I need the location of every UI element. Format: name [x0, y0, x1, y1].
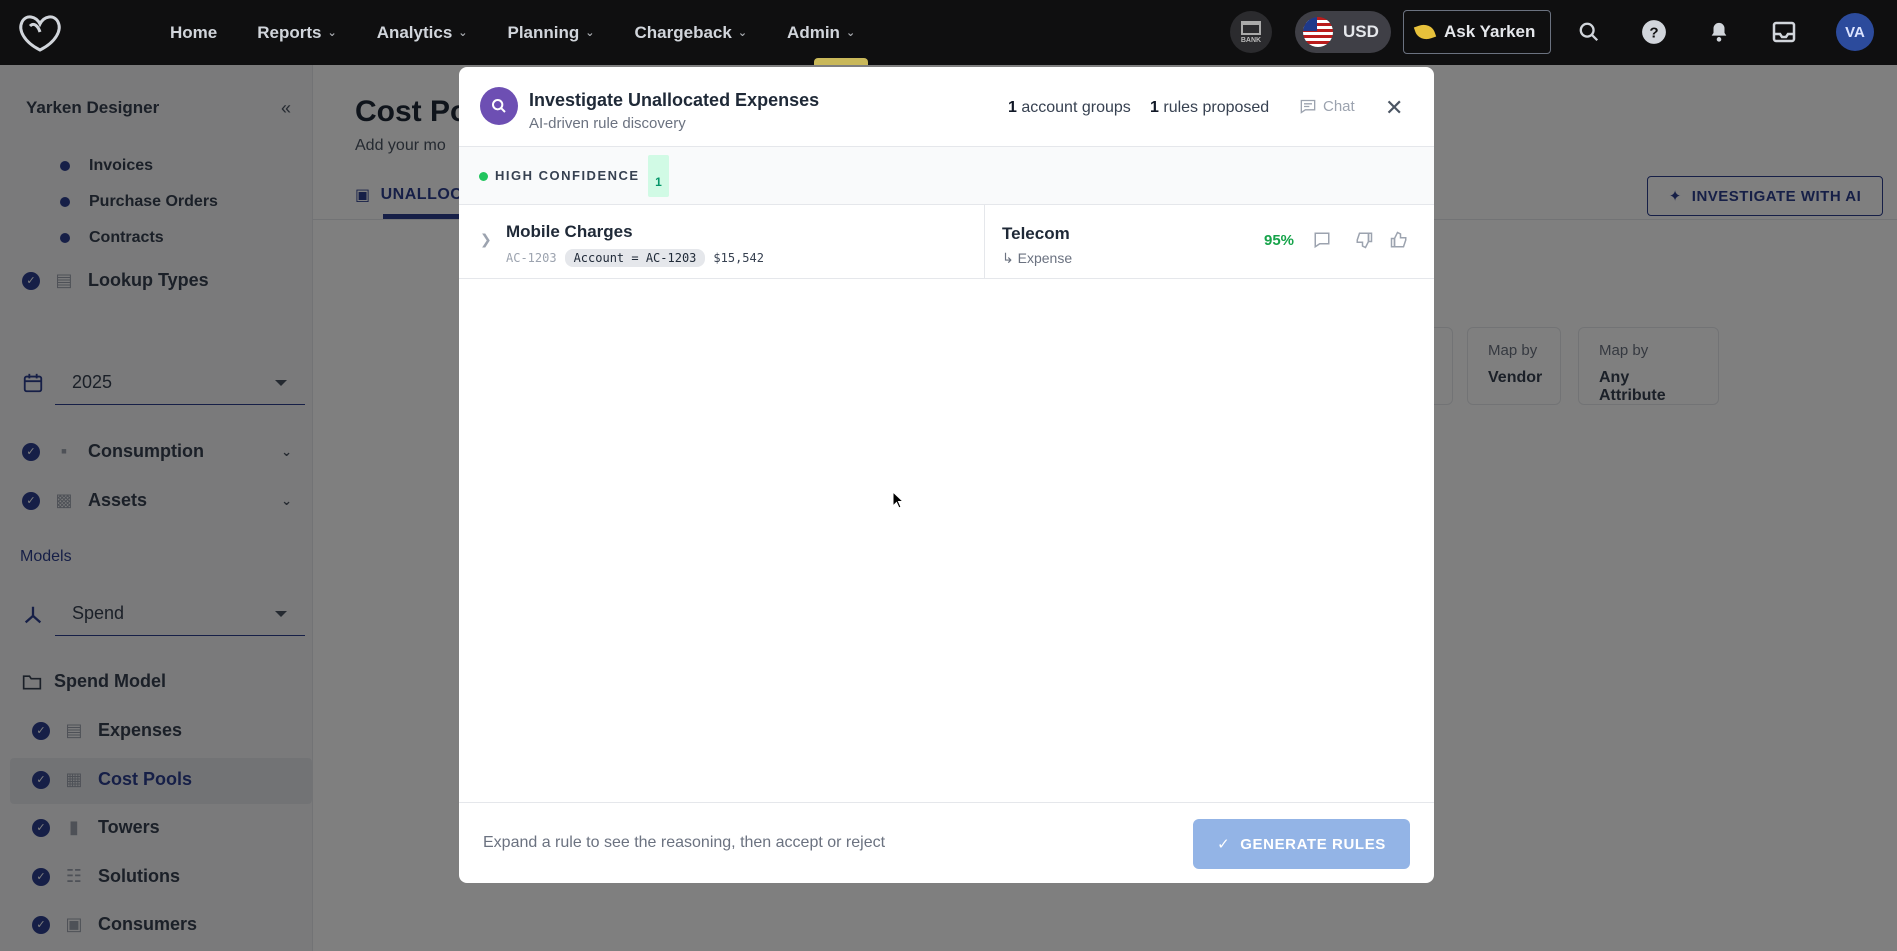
rule-confidence: 95%	[1264, 232, 1295, 249]
modal-footer: Expand a rule to see the reasoning, then…	[459, 802, 1434, 883]
rule-target: Telecom	[1002, 224, 1070, 243]
bank-button[interactable]: BANK	[1230, 11, 1272, 53]
mouse-cursor-icon	[892, 490, 905, 509]
currency-selector[interactable]: USD	[1295, 11, 1391, 53]
top-navigation-bar: Home Reports ⌄ Analytics ⌄ Planning ⌄ Charg…	[0, 0, 1897, 65]
generate-rules-button[interactable]: ✓ GENERATE RULES	[1193, 819, 1410, 869]
admin-active-indicator	[814, 58, 868, 65]
rule-account-code: AC-1203	[506, 251, 557, 265]
account-groups-count: 1	[1008, 99, 1017, 116]
help-icon[interactable]: ?	[1639, 17, 1669, 47]
rule-amount: $15,542	[713, 251, 764, 265]
search-icon	[480, 87, 518, 125]
thumbs-up-icon[interactable]	[1390, 231, 1412, 251]
chevron-down-icon: ⌄	[845, 27, 856, 39]
nav-reports-label: Reports	[257, 22, 322, 42]
chevron-right-icon[interactable]: ❯	[480, 231, 492, 248]
rule-column-divider	[984, 205, 985, 279]
confidence-group-header[interactable]: HIGH CONFIDENCE 1	[459, 147, 1434, 205]
search-icon[interactable]	[1574, 17, 1604, 47]
modal-header: Investigate Unallocated Expenses AI-driv…	[459, 67, 1434, 147]
chat-icon	[1300, 99, 1316, 114]
rules-proposed-stat: 1 rules proposed	[1150, 99, 1269, 117]
nav-analytics-label: Analytics	[376, 22, 453, 42]
app-logo-icon[interactable]	[16, 12, 64, 52]
nav-home[interactable]: Home	[170, 23, 217, 43]
account-groups-stat: 1 account groups	[1008, 99, 1131, 117]
nav-analytics[interactable]: Analytics ⌄	[377, 23, 468, 43]
main-nav: Home Reports ⌄ Analytics ⌄ Planning ⌄ Charg…	[170, 0, 895, 65]
account-groups-label: account groups	[1021, 99, 1131, 116]
rule-name: Mobile Charges	[506, 222, 633, 241]
nav-home-label: Home	[170, 22, 218, 42]
us-flag-icon	[1303, 17, 1333, 47]
check-icon: ✓	[1217, 836, 1231, 853]
rule-target-parent: ↳ Expense	[1002, 250, 1072, 267]
chevron-down-icon: ⌄	[458, 27, 468, 39]
generate-rules-label: GENERATE RULES	[1240, 835, 1386, 853]
nav-chargeback[interactable]: Chargeback ⌄	[635, 23, 748, 43]
comment-icon[interactable]	[1313, 231, 1335, 251]
subdirectory-arrow-icon: ↳	[1002, 250, 1014, 266]
svg-text:?: ?	[1649, 24, 1658, 41]
chevron-down-icon: ⌄	[585, 27, 595, 39]
chevron-down-icon: ⌄	[737, 27, 748, 39]
nav-planning-label: Planning	[507, 22, 580, 42]
rule-condition-pill: Account = AC-1203	[564, 249, 706, 267]
modal-title: Investigate Unallocated Expenses	[529, 90, 820, 110]
ask-yarken-label: Ask Yarken	[1444, 22, 1536, 41]
rules-count: 1	[1150, 99, 1159, 116]
chevron-down-icon: ⌄	[327, 27, 337, 39]
currency-label: USD	[1343, 22, 1379, 41]
close-icon[interactable]: ✕	[1385, 95, 1403, 121]
rule-meta: AC-1203 Account = AC-1203 $15,542	[506, 249, 764, 267]
confidence-label: HIGH CONFIDENCE	[495, 168, 640, 183]
nav-chargeback-label: Chargeback	[634, 22, 732, 42]
nav-admin[interactable]: Admin ⌄	[787, 23, 855, 43]
thumbs-down-icon[interactable]	[1355, 231, 1377, 251]
yarken-leaf-icon	[1413, 21, 1437, 43]
bank-icon	[1241, 20, 1261, 35]
bell-icon[interactable]	[1704, 17, 1734, 47]
chat-button[interactable]: Chat	[1300, 98, 1355, 115]
rules-label: rules proposed	[1163, 99, 1270, 116]
status-dot-icon	[479, 172, 488, 181]
nav-planning[interactable]: Planning ⌄	[508, 23, 595, 43]
bank-label: BANK	[1240, 36, 1262, 44]
modal-subtitle: AI-driven rule discovery	[529, 115, 686, 132]
nav-admin-label: Admin	[787, 22, 840, 42]
rule-target-parent-label: Expense	[1017, 250, 1073, 266]
avatar-initials: VA	[1845, 23, 1865, 41]
footer-hint: Expand a rule to see the reasoning, then…	[483, 834, 886, 851]
nav-reports[interactable]: Reports ⌄	[257, 23, 336, 43]
investigate-modal: Investigate Unallocated Expenses AI-driv…	[459, 67, 1434, 883]
chat-label: Chat	[1323, 98, 1355, 115]
inbox-icon[interactable]	[1769, 17, 1799, 47]
user-avatar[interactable]: VA	[1836, 13, 1874, 51]
rule-row[interactable]: ❯ Mobile Charges AC-1203 Account = AC-12…	[459, 205, 1434, 279]
confidence-count-badge: 1	[648, 155, 669, 197]
ask-yarken-button[interactable]: Ask Yarken	[1403, 10, 1551, 54]
